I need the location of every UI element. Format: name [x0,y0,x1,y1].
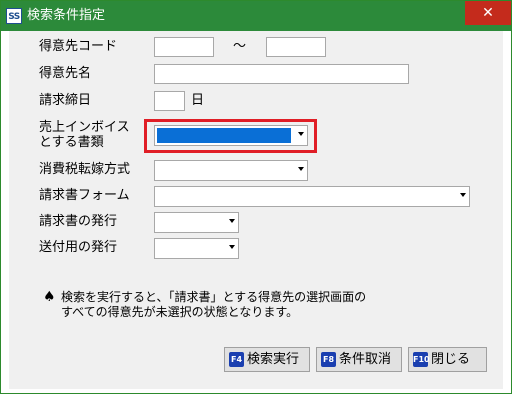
note-line-1: 検索を実行すると、「請求書」とする得意先の選択画面の [61,290,367,304]
selected-value-fill [157,128,291,143]
f10-key-icon: F10 [413,352,430,367]
title-bar[interactable]: SS 検索条件指定 ✕ [1,1,511,31]
search-button-label: 検索実行 [247,352,300,367]
spade-icon: ♠ [43,289,56,305]
f8-key-icon: F8 [321,352,336,367]
close-button[interactable]: F10 閉じる [408,347,487,372]
delivery-issue-label: 送付用の発行 [39,240,118,255]
customer-code-from-input[interactable] [154,37,214,57]
sales-invoice-type-label-line1: 売上インボイス [39,120,130,135]
invoice-issue-select[interactable] [154,212,239,233]
range-separator: ～ [233,39,247,54]
chevron-down-icon [229,219,235,223]
close-button-label: 閉じる [431,352,471,367]
clear-conditions-button-label: 条件取消 [339,352,392,367]
customer-name-input[interactable] [154,64,409,84]
chevron-down-icon [298,132,304,136]
close-window-button[interactable]: ✕ [465,1,511,25]
tax-method-select[interactable] [154,160,308,181]
customer-name-label: 得意先名 [39,66,92,81]
chevron-down-icon [460,193,466,197]
customer-code-label: 得意先コード [39,39,118,54]
app-icon: SS [6,8,22,24]
sales-invoice-type-label-line2: とする書類 [39,135,104,150]
window-title: 検索条件指定 [27,8,106,23]
invoice-form-select[interactable] [154,186,470,207]
search-button[interactable]: F4 検索実行 [224,347,310,372]
chevron-down-icon [298,167,304,171]
chevron-down-icon [229,245,235,249]
closing-day-input[interactable] [154,91,185,111]
tax-method-label: 消費税転嫁方式 [39,162,131,177]
note-line-2: すべての得意先が未選択の状態となります。 [61,305,299,319]
clear-conditions-button[interactable]: F8 条件取消 [316,347,402,372]
search-conditions-dialog: SS 検索条件指定 ✕ 得意先コード ～ 得意先名 請求締日 日 売上インボイス… [0,0,512,394]
closing-day-unit: 日 [191,93,205,108]
closing-day-label: 請求締日 [39,93,92,108]
delivery-issue-select[interactable] [154,238,239,259]
invoice-form-label: 請求書フォーム [39,188,130,203]
sales-invoice-type-select[interactable] [154,125,308,146]
invoice-issue-label: 請求書の発行 [39,214,118,229]
customer-code-to-input[interactable] [266,37,326,57]
f4-key-icon: F4 [229,352,244,367]
dialog-body: 得意先コード ～ 得意先名 請求締日 日 売上インボイス とする書類 消費税転嫁… [9,31,503,389]
